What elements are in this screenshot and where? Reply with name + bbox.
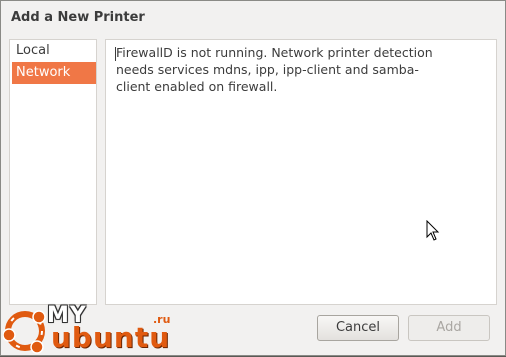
- myubuntu-watermark: MY .ru ubuntu: [1, 301, 181, 357]
- mouse-pointer-icon: [426, 220, 440, 241]
- watermark-ubuntu-text: ubuntu: [51, 321, 171, 354]
- sidebar-item-local[interactable]: Local: [12, 40, 96, 62]
- sidebar-item-network[interactable]: Network: [12, 62, 96, 84]
- dialog-title: Add a New Printer: [11, 10, 145, 25]
- device-list[interactable]: Local Network: [9, 39, 97, 305]
- add-button[interactable]: Add: [408, 315, 490, 341]
- add-printer-dialog: Add a New Printer Local Network Firewall…: [0, 0, 506, 356]
- firewall-message: FirewallD is not running. Network printe…: [116, 45, 433, 94]
- cancel-button[interactable]: Cancel: [317, 315, 399, 341]
- details-pane: FirewallD is not running. Network printe…: [105, 39, 497, 305]
- ubuntu-logo-icon: [3, 310, 46, 354]
